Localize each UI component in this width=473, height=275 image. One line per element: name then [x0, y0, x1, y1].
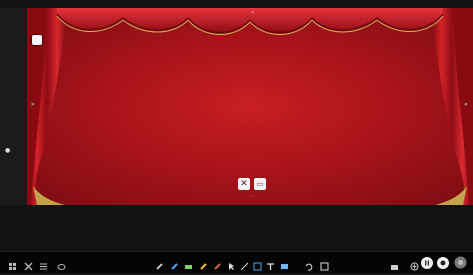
highlighter-icon[interactable] [199, 256, 208, 270]
slide-button[interactable]: ▭ [254, 178, 266, 190]
close-app-icon[interactable] [24, 256, 33, 271]
close-button[interactable]: ✕ [238, 178, 250, 190]
shape-icon[interactable] [253, 256, 262, 271]
text-icon[interactable] [266, 256, 275, 270]
brush-icon[interactable] [213, 256, 222, 270]
menu-icon[interactable] [8, 256, 17, 270]
pause-icon[interactable] [421, 254, 433, 269]
collapse-left-icon[interactable]: » [31, 101, 35, 108]
cloud-icon[interactable] [57, 256, 66, 270]
top-bar [0, 0, 473, 8]
record-icon[interactable] [437, 254, 449, 269]
left-dot-icon[interactable]: ● [5, 147, 10, 154]
settings-icon[interactable] [454, 254, 467, 269]
taskbar [0, 251, 473, 273]
slide-icon: ▭ [256, 180, 264, 188]
collapse-right-icon[interactable]: « [464, 101, 468, 108]
add-page-icon[interactable] [410, 256, 419, 271]
select-icon[interactable] [227, 256, 236, 270]
page-icon[interactable] [320, 256, 329, 271]
list-icon[interactable] [39, 256, 48, 270]
close-icon: ✕ [240, 179, 248, 189]
pager-dot-icon: ◦ [250, 193, 254, 200]
line-icon[interactable] [240, 256, 249, 271]
top-arrow-icon[interactable]: ⌄ [250, 8, 255, 15]
pen-icon[interactable] [155, 256, 164, 270]
left-panel [0, 8, 27, 205]
undo-icon[interactable] [304, 256, 313, 271]
eraser-icon[interactable] [184, 256, 193, 269]
camera-icon[interactable] [390, 256, 399, 270]
marker-icon[interactable] [170, 256, 179, 270]
image-icon[interactable] [280, 256, 289, 269]
page-handle[interactable] [32, 35, 42, 45]
curtain-artwork [27, 8, 473, 205]
stage-canvas [27, 8, 473, 205]
workspace-bottom [0, 205, 473, 251]
